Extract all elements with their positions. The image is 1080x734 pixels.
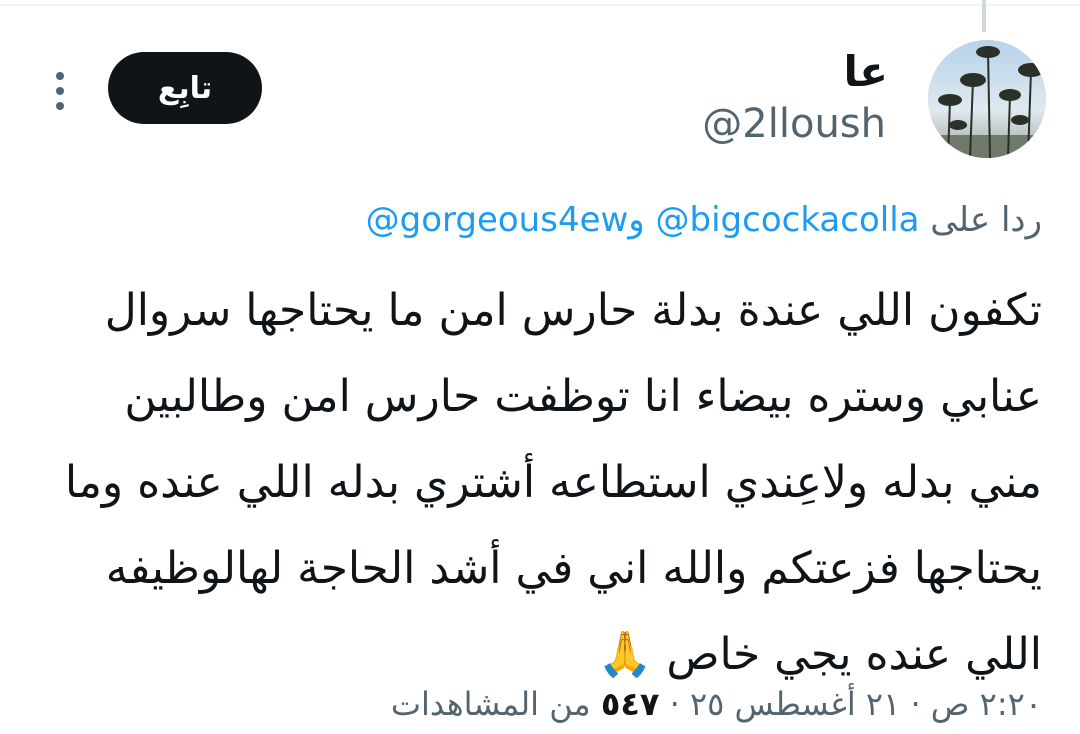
views-count: ٥٤٧ <box>600 685 660 723</box>
tweet-line: عنابي وستره بيضاء انا توظفت حارس امن وطا… <box>124 371 1042 422</box>
reply-joiner: و <box>628 200 645 240</box>
avatar-palm-trees-image <box>928 40 1046 158</box>
meta-separator: · <box>910 685 921 723</box>
tweet-date[interactable]: ٢١ أغسطس ٢٥ <box>690 685 900 723</box>
more-vertical-icon[interactable] <box>52 70 68 112</box>
meta-separator: · <box>669 685 680 723</box>
display-name[interactable]: عا <box>844 46 888 98</box>
tweet-text: تكفون اللي عندة بدلة حارس امن ما يحتاجها… <box>32 268 1042 698</box>
views-label: من المشاهدات <box>390 685 591 723</box>
tweet-line: تكفون اللي عندة بدلة حارس امن ما يحتاجها… <box>104 285 1042 336</box>
reply-mention-2[interactable]: @gorgeous4ew <box>366 200 629 240</box>
user-handle[interactable]: @2lloush <box>702 100 886 148</box>
tweet-line: مني بدله ولاعِندي استطاعه أشتري بدله الل… <box>64 457 1042 508</box>
thread-connector-line <box>982 0 986 32</box>
tweet-meta: ٢:٢٠ ص · ٢١ أغسطس ٢٥ · ٥٤٧ من المشاهدات <box>391 682 1042 726</box>
tweet-time[interactable]: ٢:٢٠ ص <box>931 685 1042 723</box>
reply-context: ردا على @bigcockacolla و@gorgeous4ew <box>366 196 1042 244</box>
tweet-line: يحتاجها فزعتكم والله اني في أشد الحاجة ل… <box>105 543 1042 594</box>
avatar[interactable] <box>928 40 1046 158</box>
top-divider <box>0 4 1080 6</box>
follow-button[interactable]: تابِع <box>108 52 262 124</box>
reply-mention-1[interactable]: @bigcockacolla <box>656 200 920 240</box>
reply-prefix: ردا على <box>930 200 1042 240</box>
